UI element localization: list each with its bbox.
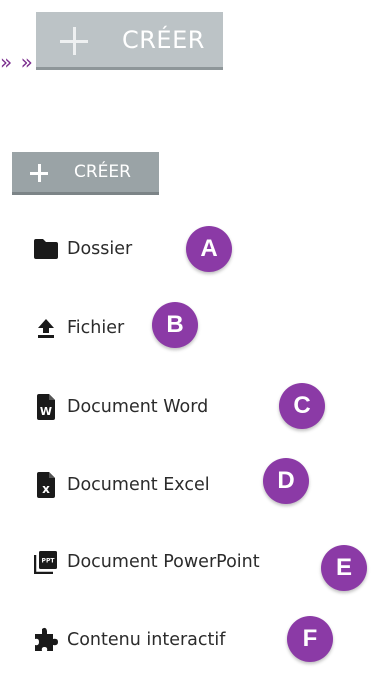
- menu-item-label: Document Excel: [67, 475, 210, 495]
- create-button-label: CRÉER: [74, 162, 131, 182]
- menu-item-label: Fichier: [67, 318, 125, 338]
- annotation-badge-d: D: [263, 458, 309, 504]
- plus-icon: [30, 164, 48, 182]
- create-button[interactable]: CRÉER: [12, 152, 159, 195]
- powerpoint-document-icon: PPT: [33, 549, 59, 575]
- menu-item-word-document[interactable]: W Document Word: [33, 387, 208, 427]
- menu-item-folder[interactable]: Dossier: [33, 229, 132, 269]
- annotation-badge-c: C: [279, 383, 325, 429]
- menu-item-label: Document Word: [67, 397, 209, 417]
- menu-item-interactive-content[interactable]: Contenu interactif: [33, 620, 225, 660]
- create-button-large[interactable]: CRÉER: [36, 12, 223, 70]
- svg-text:x: x: [42, 482, 50, 496]
- puzzle-icon: [33, 627, 59, 653]
- menu-item-label: Dossier: [67, 239, 133, 259]
- menu-item-file[interactable]: Fichier: [33, 308, 124, 348]
- menu-item-excel-document[interactable]: x Document Excel: [33, 465, 210, 505]
- excel-document-icon: x: [33, 472, 59, 498]
- create-button-label: CRÉER: [122, 26, 205, 54]
- plus-icon: [60, 27, 88, 55]
- menu-item-label: Contenu interactif: [67, 630, 226, 650]
- svg-text:PPT: PPT: [42, 558, 56, 565]
- annotation-badge-a: A: [186, 226, 232, 272]
- word-document-icon: W: [33, 394, 59, 420]
- folder-icon: [33, 236, 59, 262]
- svg-text:W: W: [40, 405, 52, 418]
- annotation-badge-b: B: [152, 302, 198, 348]
- menu-item-label: Document PowerPoint: [67, 552, 260, 572]
- menu-item-powerpoint-document[interactable]: PPT Document PowerPoint: [33, 542, 260, 582]
- annotation-badge-f: F: [287, 616, 333, 662]
- annotation-badge-e: E: [321, 545, 367, 591]
- upload-icon: [33, 315, 59, 341]
- quote-fragment: » »: [0, 50, 34, 74]
